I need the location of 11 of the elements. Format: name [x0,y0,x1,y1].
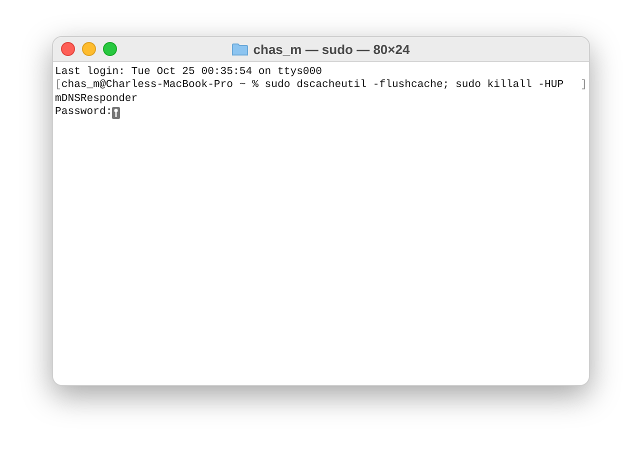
terminal-line: chas_m@Charless-MacBook-Pro ~ % sudo dscacheutil -flushcache; sudo killall -HUP [61,79,564,93]
terminal-line: mDNSResponder [55,92,138,106]
minimize-button[interactable] [82,42,96,56]
mark-bracket: ] [580,79,588,93]
mark-bracket: [ [55,79,62,93]
window-title: chas_m — sudo — 80×24 [253,42,410,56]
terminal-line: Password: [55,106,112,120]
terminal-line: Last login: Tue Oct 25 00:35:54 on ttys000 [55,66,322,79]
zoom-button[interactable] [103,42,117,56]
folder-icon [232,42,248,56]
close-button[interactable] [61,42,75,56]
